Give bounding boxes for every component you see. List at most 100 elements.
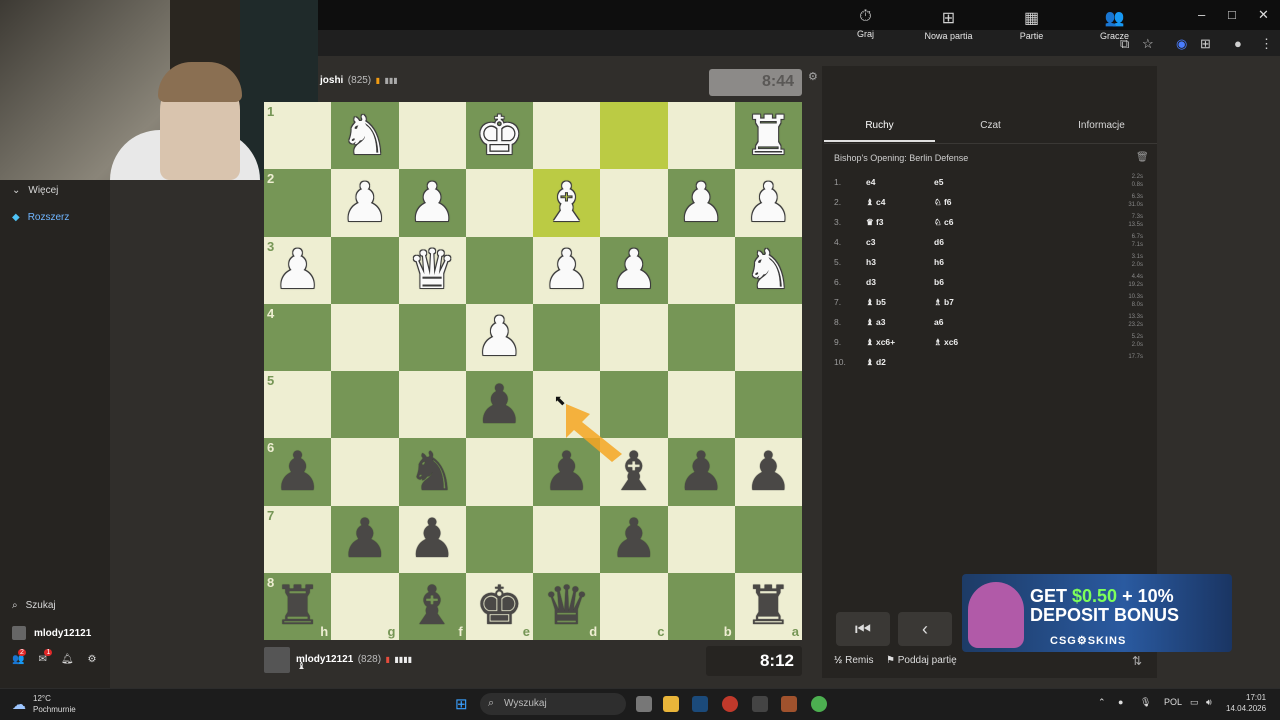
board-square[interactable] (600, 303, 668, 371)
board-square[interactable] (600, 169, 668, 237)
black-bishop-piece[interactable]: ♝ (610, 444, 658, 499)
board-square[interactable]: ♞ (331, 102, 399, 170)
chrome-icon[interactable] (811, 696, 827, 712)
app-icon[interactable] (781, 696, 797, 712)
sidebar-more[interactable]: ⌄ Więcej (12, 185, 58, 196)
black-move[interactable]: ♗ b7 (934, 297, 954, 308)
sidebar-search[interactable]: ⌕ Szukaj (12, 600, 56, 611)
board-square[interactable] (465, 438, 533, 506)
board-square[interactable] (331, 303, 399, 371)
board-square[interactable] (398, 102, 466, 170)
board-square[interactable] (465, 169, 533, 237)
close-button[interactable]: ✕ (1258, 7, 1269, 23)
board-square[interactable]: ♟ (331, 169, 399, 237)
flip-board-icon[interactable]: ⇅ (1132, 654, 1142, 668)
board-square[interactable]: ♝ (600, 438, 668, 506)
white-pawn-piece[interactable]: ♟ (542, 243, 590, 297)
board-square[interactable]: d ♛ (533, 572, 601, 640)
white-move[interactable]: ♛ f3 (866, 217, 884, 228)
board-square[interactable] (734, 303, 802, 371)
windows-start-icon[interactable]: ⊞ (455, 695, 468, 713)
white-queen-piece[interactable]: ♛ (408, 243, 456, 297)
board-square[interactable] (667, 371, 735, 439)
board-square[interactable] (667, 102, 735, 170)
white-bishop-piece[interactable]: ♝ (542, 175, 590, 230)
white-move[interactable]: h3 (866, 257, 876, 267)
white-pawn-piece[interactable]: ♟ (610, 243, 658, 297)
subtab-info[interactable]: Informacje (1046, 120, 1157, 142)
board-square[interactable] (533, 371, 601, 439)
tray-app-icon[interactable]: ● (1118, 697, 1123, 707)
board-square[interactable]: ♟ (331, 505, 399, 573)
black-knight-piece[interactable]: ♞ (408, 444, 456, 499)
chess-board[interactable]: 1 ♞ ♚ ♜ 2 ♟ ♟ ♝ ♟ ♟ 3 ♟ ♛ ♟ ♟ ♞ 4 ♟ 5 ♟ 6 ♟ ♞ ♟ ♝ ♟ ♟ 7 ♟ ♟ ♟ 8 h ♜ g f ♝ e ♚ d… (264, 102, 802, 640)
black-move[interactable]: a6 (934, 317, 943, 327)
extensions-puzzle-icon[interactable]: ⊞ (1200, 36, 1211, 52)
bell-icon[interactable]: 🔔︎ (61, 654, 74, 665)
black-move[interactable]: b6 (934, 277, 944, 287)
trash-icon[interactable]: 🗑︎ (1136, 152, 1149, 163)
volume-icon[interactable]: 🔊︎ (1206, 697, 1212, 708)
task-view-icon[interactable] (636, 696, 652, 712)
network-icon[interactable]: ▭ (1190, 697, 1199, 708)
opera-icon[interactable] (722, 696, 738, 712)
draw-button[interactable]: ½ Remis (834, 655, 873, 666)
resign-button[interactable]: ⚑ Poddaj partię (886, 655, 957, 666)
board-square[interactable]: 7 (264, 505, 332, 573)
mail-icon[interactable]: ✉ 1 (38, 649, 53, 665)
black-pawn-piece[interactable]: ♟ (273, 444, 321, 499)
white-move[interactable]: e4 (866, 177, 875, 187)
board-square[interactable] (734, 371, 802, 439)
white-knight-piece[interactable]: ♞ (341, 108, 389, 163)
board-square[interactable]: g (331, 572, 399, 640)
weather-widget[interactable]: 12°C Pochmurnie (33, 693, 76, 715)
board-square[interactable]: ♟ (600, 236, 668, 304)
board-square[interactable] (667, 505, 735, 573)
tab-players[interactable]: 👥 Gracze (1073, 8, 1156, 41)
black-move[interactable]: ♘ f6 (934, 197, 952, 208)
subtab-chat[interactable]: Czat (935, 120, 1046, 142)
white-knight-piece[interactable]: ♞ (744, 243, 792, 297)
board-square[interactable]: b (667, 572, 735, 640)
board-square[interactable] (331, 371, 399, 439)
white-move[interactable]: ♝ a3 (866, 317, 885, 328)
board-square[interactable] (667, 303, 735, 371)
microphone-icon[interactable]: 🎙︎ (1140, 697, 1151, 708)
black-pawn-piece[interactable]: ♟ (610, 512, 658, 566)
board-square[interactable] (667, 236, 735, 304)
black-bishop-piece[interactable]: ♝ (408, 579, 456, 633)
board-square[interactable]: ♟ (667, 438, 735, 506)
previous-move-button[interactable]: ‹ (898, 612, 952, 646)
board-square[interactable]: 2 (264, 169, 332, 237)
board-square[interactable]: ♚ (465, 102, 533, 170)
sidebar-extend[interactable]: ◆ Rozszerz (12, 212, 69, 223)
board-square[interactable]: 5 (264, 371, 332, 439)
white-pawn-piece[interactable]: ♟ (408, 175, 456, 230)
white-move[interactable]: ♝ c4 (866, 197, 885, 208)
board-square[interactable]: ♟ (533, 438, 601, 506)
board-square[interactable]: ♟ (533, 236, 601, 304)
white-pawn-piece[interactable]: ♟ (475, 310, 523, 364)
board-square[interactable] (398, 303, 466, 371)
white-move[interactable]: ♝ d2 (866, 357, 886, 368)
board-square[interactable]: ♜ (734, 102, 802, 170)
white-king-piece[interactable]: ♚ (475, 108, 523, 163)
maximize-button[interactable]: □ (1228, 7, 1236, 22)
black-move[interactable]: d6 (934, 237, 944, 247)
board-square[interactable]: ♞ (734, 236, 802, 304)
language-indicator[interactable]: POL (1164, 697, 1182, 707)
tab-games[interactable]: ▦ Partie (990, 8, 1073, 41)
extension-icon[interactable]: ◉ (1176, 36, 1187, 52)
black-move[interactable]: ♗ xc6 (934, 337, 958, 348)
menu-kebab-icon[interactable]: ⋮ (1260, 36, 1273, 52)
board-square[interactable]: 3 ♟ (264, 236, 332, 304)
tray-chevron-icon[interactable]: ⌃ (1098, 697, 1106, 708)
board-square[interactable] (465, 236, 533, 304)
black-pawn-piece[interactable]: ♟ (341, 512, 389, 566)
black-move[interactable]: h6 (934, 257, 944, 267)
subtab-moves[interactable]: Ruchy (824, 120, 935, 142)
advertisement-banner[interactable]: GET $0.50 + 10% DEPOSIT BONUS CSG⚙SKINS (962, 574, 1232, 652)
white-move[interactable]: d3 (866, 277, 876, 287)
tab-new-game[interactable]: ⊞ Nowa partia (907, 8, 990, 41)
board-square[interactable]: a ♜ (734, 572, 802, 640)
